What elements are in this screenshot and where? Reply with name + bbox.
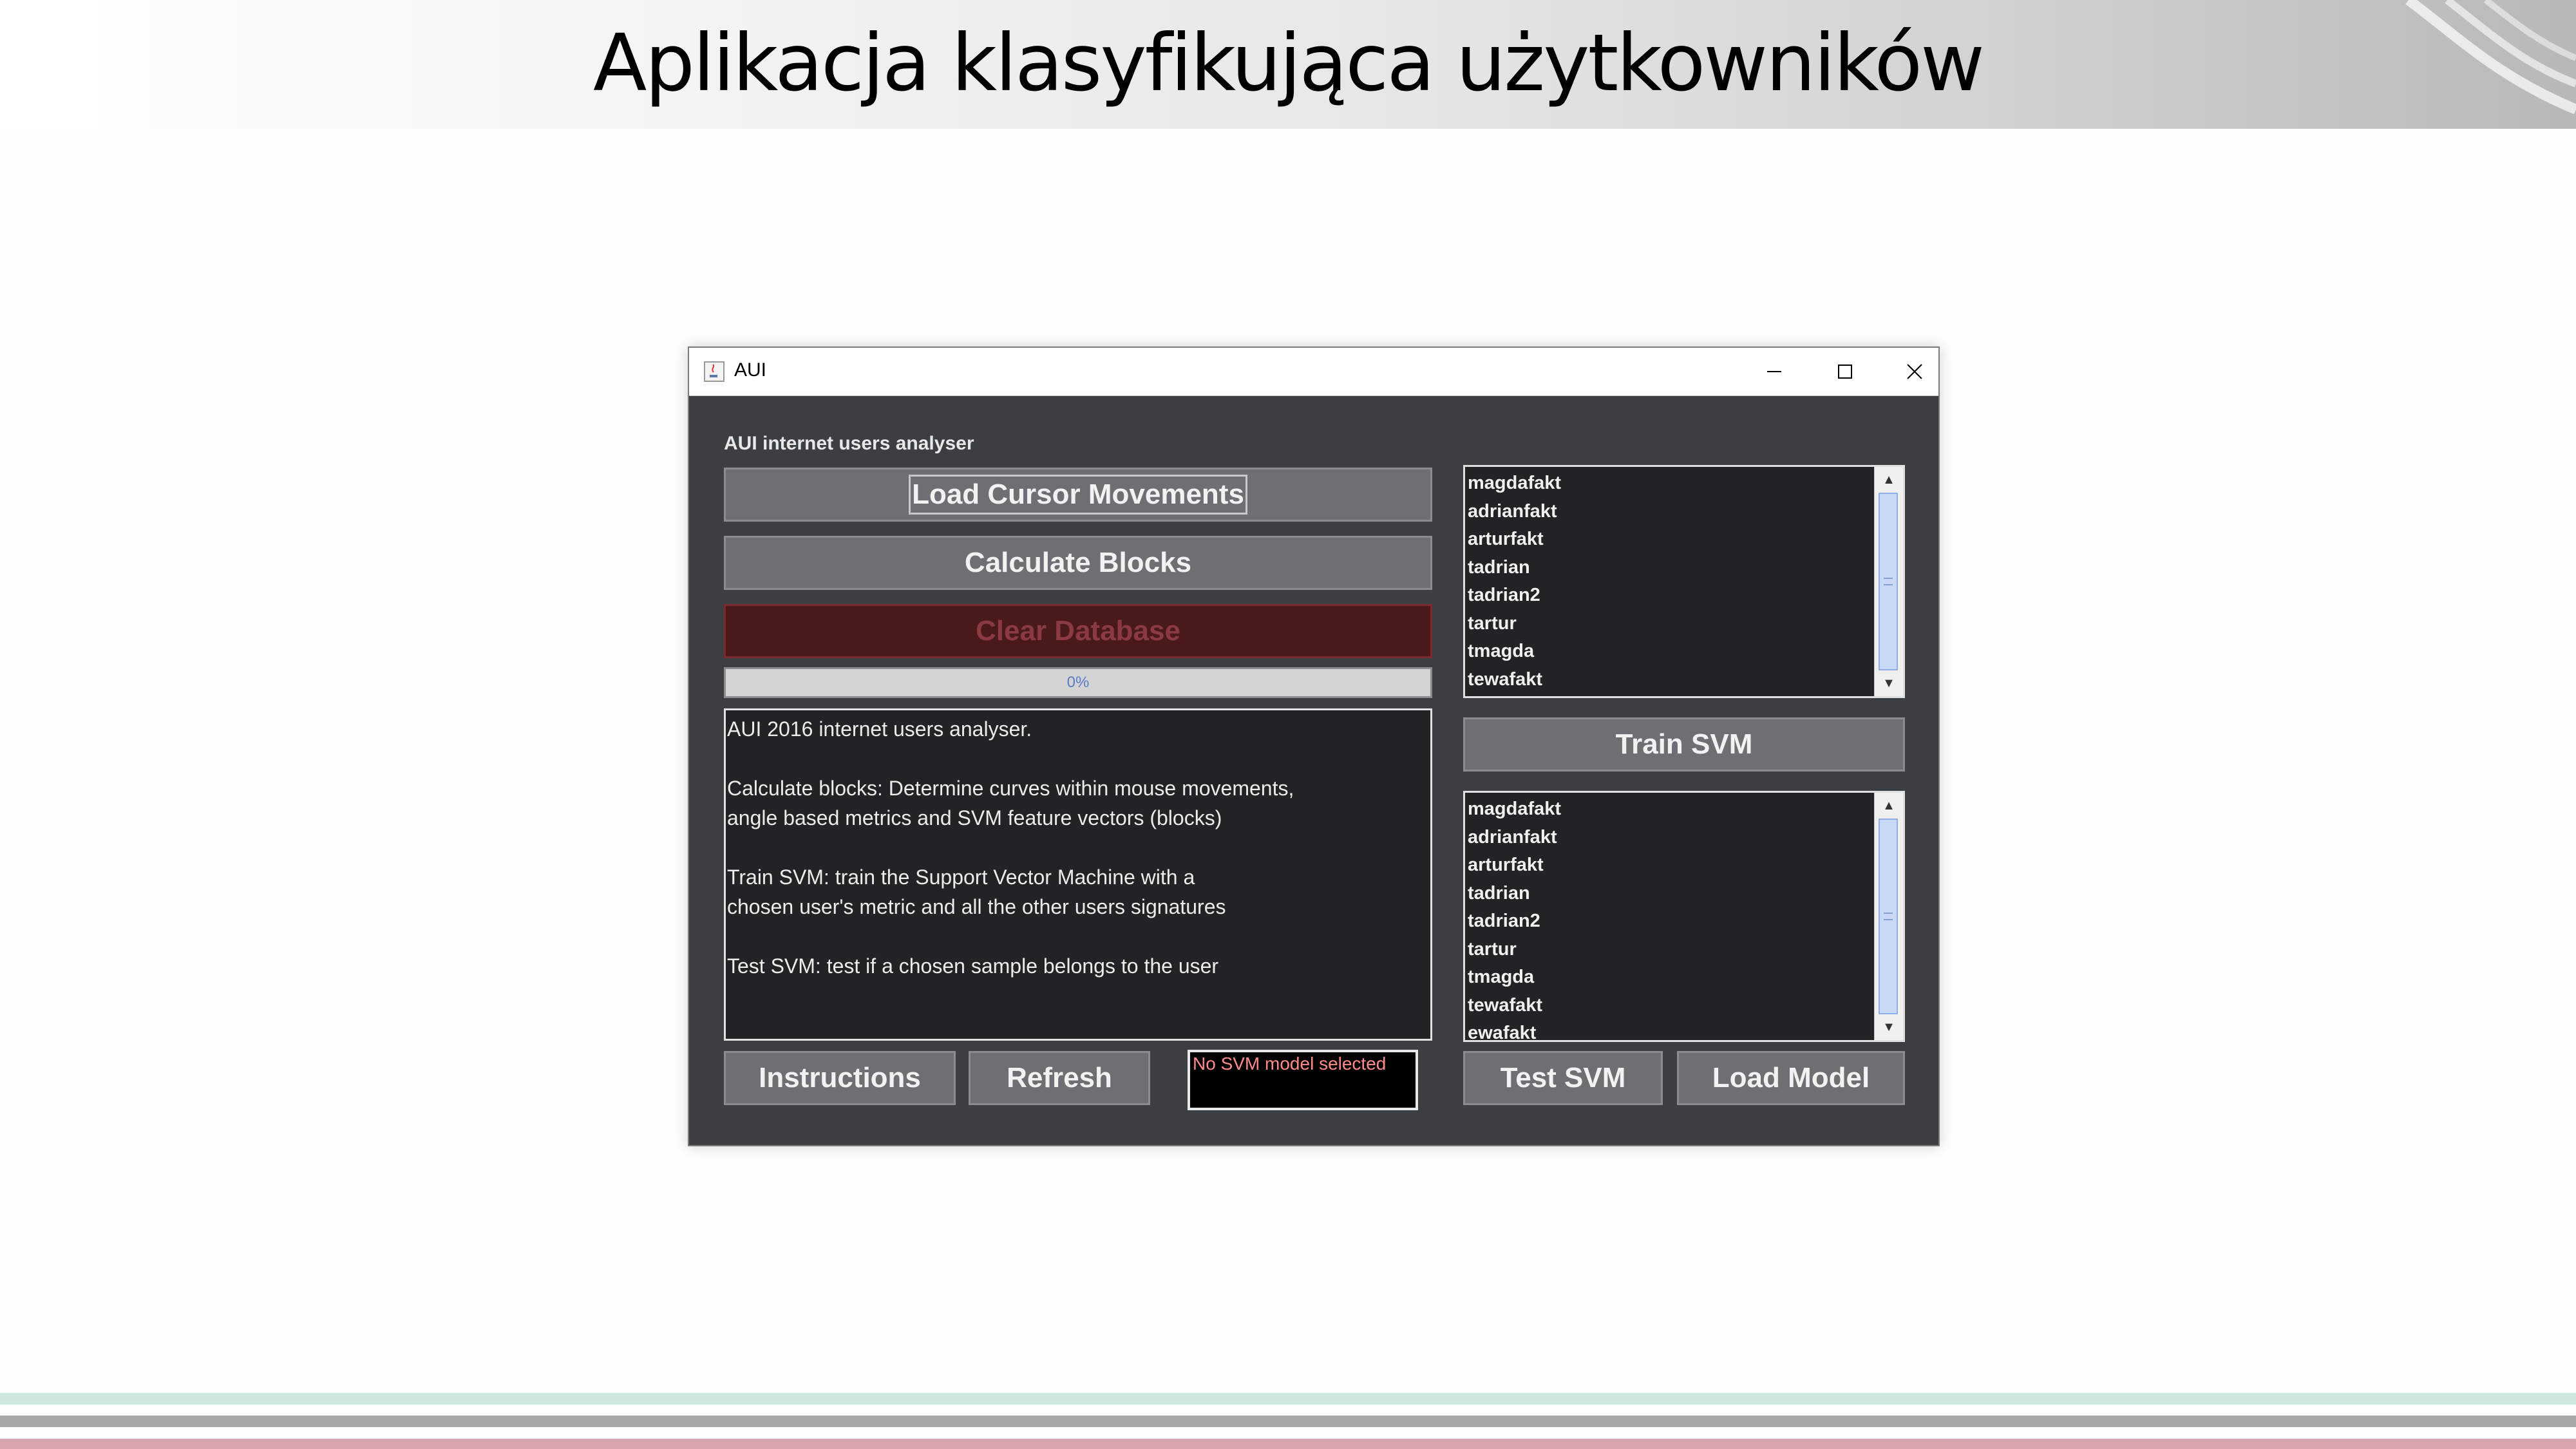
clear-database-button[interactable]: Clear Database — [724, 604, 1432, 658]
slide-title: Aplikacja klasyfikująca użytkowników — [593, 17, 1985, 109]
scroll-up-icon[interactable]: ▲ — [1875, 467, 1903, 493]
close-button[interactable] — [1879, 348, 1950, 395]
users-list-top-items: magdafakt adrianfakt arturfakt tadrian tadri… — [1468, 469, 1872, 694]
scroll-thumb[interactable] — [1879, 819, 1898, 1014]
minimize-icon — [1767, 371, 1781, 372]
scroll-down-icon[interactable]: ▼ — [1875, 670, 1903, 696]
progress-label: 0% — [1066, 674, 1090, 691]
list-item[interactable]: ewafakt — [1468, 1019, 1872, 1040]
load-cursor-movements-label: Load Cursor Movements — [909, 475, 1247, 515]
footer-stripe-green — [0, 1393, 2576, 1405]
load-cursor-movements-button[interactable]: Load Cursor Movements — [724, 468, 1432, 522]
list-item[interactable]: tewafakt — [1468, 992, 1872, 1020]
list-item[interactable]: tartur — [1468, 610, 1872, 638]
app-window: AUI AUI internet users analyser Load Cur… — [688, 346, 1940, 1146]
scroll-up-icon[interactable]: ▲ — [1875, 793, 1903, 819]
calculate-blocks-button[interactable]: Calculate Blocks — [724, 536, 1432, 590]
users-list-bottom-items: magdafakt adrianfakt arturfakt tadrian tadri… — [1468, 795, 1872, 1040]
list-item[interactable]: tadrian — [1468, 554, 1872, 582]
list-item[interactable]: adrianfakt — [1468, 824, 1872, 852]
maximize-button[interactable] — [1810, 348, 1880, 395]
progress-bar: 0% — [724, 667, 1432, 698]
list-item[interactable]: adrianfakt — [1468, 498, 1872, 526]
test-svm-button[interactable]: Test SVM — [1463, 1051, 1663, 1105]
users-list-top-scrollbar[interactable]: ▲ ▼ — [1874, 467, 1903, 696]
users-list-top[interactable]: magdafakt adrianfakt arturfakt tadrian tadri… — [1463, 465, 1905, 698]
java-app-icon — [704, 361, 724, 382]
instructions-button[interactable]: Instructions — [724, 1051, 956, 1105]
list-item[interactable]: magdafakt — [1468, 795, 1872, 824]
list-item[interactable]: tewafakt — [1468, 666, 1872, 694]
list-item[interactable]: magdafakt — [1468, 469, 1872, 498]
users-list-bottom-scrollbar[interactable]: ▲ ▼ — [1874, 793, 1903, 1040]
close-icon — [1907, 364, 1922, 379]
window-titlebar[interactable]: AUI — [689, 348, 1938, 396]
load-model-button[interactable]: Load Model — [1677, 1051, 1905, 1105]
app-heading: AUI internet users analyser — [724, 433, 974, 454]
list-item[interactable]: arturfakt — [1468, 851, 1872, 880]
scroll-thumb[interactable] — [1879, 493, 1898, 670]
minimize-button[interactable] — [1739, 348, 1810, 395]
list-item[interactable]: tadrian2 — [1468, 907, 1872, 936]
footer-stripe-gray — [0, 1416, 2576, 1427]
window-title: AUI — [734, 359, 767, 381]
users-list-bottom[interactable]: magdafakt adrianfakt arturfakt tadrian tadri… — [1463, 791, 1905, 1042]
list-item[interactable]: tmagda — [1468, 963, 1872, 992]
footer-stripe-pink — [0, 1439, 2576, 1449]
list-item[interactable]: arturfakt — [1468, 526, 1872, 554]
model-status-box: No SVM model selected — [1188, 1050, 1418, 1110]
train-svm-button[interactable]: Train SVM — [1463, 717, 1905, 772]
list-item[interactable]: tmagda — [1468, 638, 1872, 666]
description-textarea[interactable]: AUI 2016 internet users analyser. Calcul… — [724, 708, 1432, 1041]
refresh-button[interactable]: Refresh — [969, 1051, 1150, 1105]
maximize-icon — [1838, 365, 1852, 379]
scroll-down-icon[interactable]: ▼ — [1875, 1014, 1903, 1040]
list-item[interactable]: tadrian2 — [1468, 582, 1872, 610]
list-item[interactable]: tartur — [1468, 936, 1872, 964]
list-item[interactable]: tadrian — [1468, 880, 1872, 908]
